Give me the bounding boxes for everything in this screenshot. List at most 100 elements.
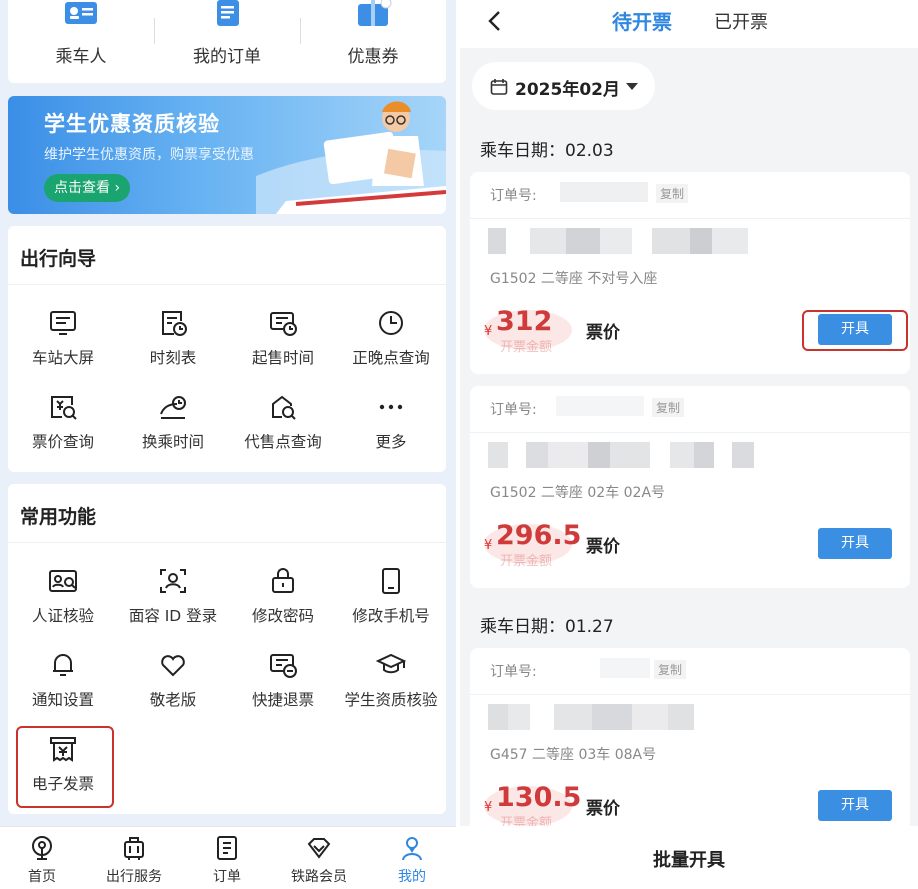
invoice-page-panel: 待开票 已开票 2025年02月 乘车日期：02.03 订单号: 复制 G150… (460, 0, 918, 889)
invoice-header: 待开票 已开票 (460, 0, 918, 48)
grid-item-student-verify[interactable]: 学生资质核验 (336, 650, 446, 710)
order-number-masked (556, 396, 644, 416)
banner-title: 学生优惠资质核验 (44, 112, 220, 136)
grid-item-elderly-mode[interactable]: 敬老版 (118, 650, 228, 710)
grid-item-label: 换乘时间 (141, 433, 204, 451)
month-selector[interactable]: 2025年02月 (472, 62, 655, 110)
divider (470, 432, 910, 433)
grid-item-sale-time[interactable]: 起售时间 (228, 308, 338, 368)
my-page-panel: 乘车人 我的订单 优惠券 学生优惠资质核验 维护学生优惠资质，购票享受优惠 点击… (0, 0, 456, 889)
travel-guide-section: 出行向导 车站大屏 时刻表 起售时间 正晚点查询 票价查询 换乘时间 代售点查询… (8, 226, 446, 472)
phone-icon (376, 566, 406, 596)
person-icon (399, 835, 425, 861)
tab-label: 订单 (213, 869, 241, 885)
house-search-icon (268, 392, 298, 422)
currency-symbol: ¥ (484, 324, 493, 339)
price-label: 票价 (586, 799, 620, 819)
e-invoice-highlight-box (16, 726, 114, 808)
order-card: 订单号: 复制 G1502 二等座 02车 02A号 ¥ 296.5 开票金额 … (470, 386, 910, 588)
copy-button[interactable]: 复制 (652, 398, 685, 417)
order-number-label: 订单号: (490, 664, 537, 680)
my-orders-label: 我的订单 (193, 47, 261, 67)
grid-item-change-password[interactable]: 修改密码 (228, 566, 338, 626)
grid-item-timetable[interactable]: 时刻表 (118, 308, 228, 368)
coupon-label: 优惠券 (347, 47, 399, 67)
id-verify-icon (48, 566, 78, 596)
back-arrow-icon[interactable] (482, 8, 508, 34)
divider (8, 542, 446, 543)
grid-item-label: 更多 (375, 433, 407, 451)
tab-label: 我的 (398, 869, 426, 885)
banner-illustration (246, 96, 446, 214)
grid-item-notification-settings[interactable]: 通知设置 (8, 650, 118, 710)
grid-item-agency-query[interactable]: 代售点查询 (228, 392, 338, 452)
grid-item-quick-refund[interactable]: 快捷退票 (228, 650, 338, 710)
passenger-entry[interactable]: 乘车人 (8, 0, 154, 80)
price-watermark: 开票金额 (500, 340, 553, 355)
student-verification-banner[interactable]: 学生优惠资质核验 维护学生优惠资质，购票享受优惠 点击查看 › (8, 96, 446, 214)
tab-home[interactable]: 首页 (2, 835, 82, 886)
batch-issue-button[interactable]: 批量开具 (460, 846, 918, 872)
tab-issued-invoice[interactable]: 已开票 (714, 8, 768, 34)
graduation-cap-icon (376, 650, 406, 680)
price-label: 票价 (586, 537, 620, 557)
grid-item-station-screen[interactable]: 车站大屏 (8, 308, 118, 368)
grid-item-label: 快捷退票 (251, 691, 314, 709)
ticket-clock-icon (268, 308, 298, 338)
grid-item-more[interactable]: 更多 (336, 392, 446, 452)
issue-invoice-button[interactable]: 开具 (818, 790, 892, 821)
grid-item-label: 票价查询 (31, 433, 94, 451)
id-card-icon (62, 0, 100, 30)
train-seat-info: G1502 二等座 不对号入座 (490, 271, 658, 287)
train-seat-info: G1502 二等座 02车 02A号 (490, 485, 666, 501)
grid-item-delay-query[interactable]: 正晚点查询 (336, 308, 446, 368)
issue-invoice-button[interactable]: 开具 (818, 528, 892, 559)
tab-mine[interactable]: 我的 (372, 835, 452, 886)
tab-travel-service[interactable]: 出行服务 (94, 835, 174, 886)
section-title: 出行向导 (20, 248, 97, 270)
section-title: 常用功能 (20, 506, 97, 528)
order-number-label: 订单号: (490, 188, 537, 204)
grid-item-label: 修改密码 (251, 607, 314, 625)
grid-item-face-id[interactable]: 面容 ID 登录 (118, 566, 228, 626)
quick-entry-card: 乘车人 我的订单 优惠券 (8, 0, 446, 83)
grid-item-fare-query[interactable]: 票价查询 (8, 392, 118, 452)
order-list-icon (214, 835, 240, 861)
batch-issue-bar: 批量开具 (460, 826, 918, 889)
divider (470, 218, 910, 219)
tab-label: 铁路会员 (291, 869, 347, 885)
copy-button[interactable]: 复制 (654, 660, 687, 679)
grid-item-change-phone[interactable]: 修改手机号 (336, 566, 446, 626)
grid-item-transfer-time[interactable]: 换乘时间 (118, 392, 228, 452)
train-seat-info: G457 二等座 03车 08A号 (490, 747, 657, 763)
tab-label: 出行服务 (106, 869, 162, 885)
copy-button[interactable]: 复制 (656, 184, 689, 203)
tab-pending-invoice[interactable]: 待开票 (612, 6, 672, 35)
train-clock-icon (158, 392, 188, 422)
price-watermark: 开票金额 (500, 554, 553, 569)
grid-item-id-verify[interactable]: 人证核验 (8, 566, 118, 626)
price-value: 312 (496, 306, 553, 337)
blurred-station-info (488, 442, 754, 468)
grid-item-label: 学生资质核验 (344, 691, 438, 709)
order-card: 订单号: 复制 G457 二等座 03车 08A号 ¥ 130.5 开票金额 票… (470, 648, 910, 848)
currency-symbol: ¥ (484, 800, 493, 815)
banner-view-button[interactable]: 点击查看 › (44, 174, 131, 202)
face-scan-icon (158, 566, 188, 596)
grid-item-label: 人证核验 (31, 607, 94, 625)
bottom-tab-bar: 首页 出行服务 订单 铁路会员 我的 (0, 826, 456, 889)
coupon-entry[interactable]: 优惠券 (300, 0, 446, 80)
tab-orders[interactable]: 订单 (187, 835, 267, 886)
price-label: 票价 (586, 323, 620, 343)
banner-subtitle: 维护学生优惠资质，购票享受优惠 (44, 147, 254, 163)
screen-icon (48, 308, 78, 338)
divider (470, 694, 910, 695)
bell-icon (48, 650, 78, 680)
refund-ticket-icon (268, 650, 298, 680)
grid-item-label: 修改手机号 (352, 607, 430, 625)
grid-item-label: 通知设置 (31, 691, 94, 709)
my-orders-entry[interactable]: 我的订单 (154, 0, 300, 80)
grid-item-label: 面容 ID 登录 (128, 607, 218, 625)
tab-rail-member[interactable]: 铁路会员 (279, 835, 359, 886)
calendar-icon (490, 78, 508, 96)
